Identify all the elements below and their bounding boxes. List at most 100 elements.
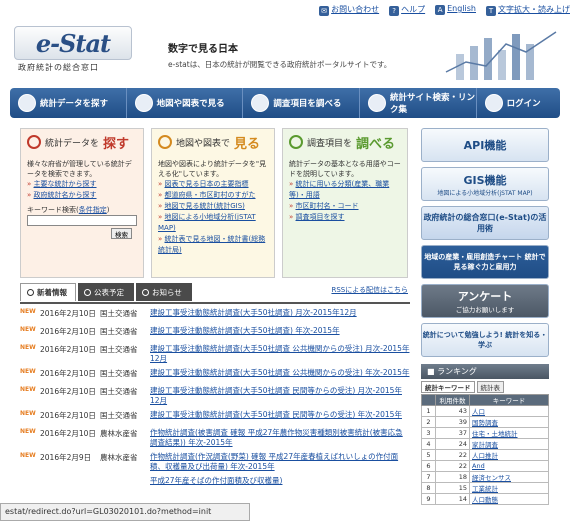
tab-new[interactable]: 新着情報 [20,283,76,301]
nav-survey-items[interactable]: 調査項目を調べる [243,88,360,118]
box-find-data: 統計データを探す 様々な府省が管理している統計データを検索できます。 主要な統計… [20,128,144,278]
table-row: 3 37 住宅・土地統計 [421,427,549,439]
box-body: 統計データの基本となる用語やコードを説明しています。 統計に用いる分類(産業、職… [283,155,407,227]
link-municipality-codes[interactable]: 市区町村名・コード [296,202,359,210]
portal-tips-banner[interactable]: 政府統計の総合窓口(e-Stat)の活用術 [421,206,549,240]
list-item: NEW 2016年2月10日 国土交通省 建設工事受注動態統計調査(大手50社調査 民… [20,382,410,406]
estat-logo[interactable]: e-Stat 政府統計の総合窓口 [14,26,139,76]
list-item: NEW 2016年2月10日 国土交通省 建設工事受注動態統計調査(大手50社調査) … [20,322,410,340]
link-find-items[interactable]: 調査項目を探す [296,213,345,221]
link-classifications[interactable]: 統計に用いる分類(産業、職業等)・用語 [289,180,389,199]
news-title-link[interactable]: 建設工事受注動態統計調査(大手50社調査 民間等からの受注) 月次-2015年1… [150,386,410,406]
nav-maps-charts[interactable]: 地図や図表で見る [127,88,244,118]
list-item: NEW 2016年2月10日 農林水産省 作物統計調査(被害調査 確報 平成27年農作… [20,424,410,448]
link-jstat-map[interactable]: 地図による小地域分析(jSTAT MAP) [158,213,256,232]
box-body: 地図や図表により統計データを"見える化"しています。 図表で見る日本の主要指標 … [152,155,274,260]
table-row: 7 18 経済センサス [421,471,549,483]
ranking-header: ■ ランキング [421,364,549,379]
nav-login[interactable]: ログイン [477,88,560,118]
learn-label: 統計について勉強しよう! 統計を知る・学ぶ [422,331,548,349]
news-date: 2016年2月9日 [40,453,92,462]
new-badge: NEW [20,344,36,351]
news-title-link[interactable]: 建設工事受注動態統計調査(大手50社調査) 月次-2015年12月 [150,308,410,318]
utility-links: ✉ お問い合わせ ? ヘルプ A English T 文字拡大・読み上げ [319,4,570,16]
keyword-input[interactable] [27,215,137,226]
nav-label: 統計サイト検索・リンク集 [389,93,475,115]
api-banner[interactable]: API機能 [421,128,549,162]
nav-links[interactable]: 統計サイト検索・リンク集 [360,88,477,118]
keyword-link[interactable]: 住宅・土地統計 [472,430,518,438]
news-title-link[interactable]: 建設工事受注動態統計調査(大手50社調査) 年次-2015年 [150,326,410,336]
help-link[interactable]: ? ヘルプ [389,4,425,16]
col-keyword: キーワード [469,394,549,406]
rank: 4 [421,438,436,450]
news-title-link[interactable]: 平成27年産そばの作付面積及び収穫量) [150,476,410,486]
tab-stat-keyword[interactable]: 統計キーワード [421,381,475,393]
tab-label: 公表予定 [94,287,124,297]
ranking-icon: ■ [427,367,438,376]
network-icon [367,94,386,112]
tab-stat-table[interactable]: 統計表 [476,381,504,393]
keyword-link[interactable]: 経済センサス [472,474,511,482]
learn-banner[interactable]: 統計について勉強しよう! 統計を知る・学ぶ [421,323,549,357]
rss-label: RSSによる配信はこちら [331,286,408,294]
table-row: 8 15 工業統計 [421,482,549,494]
advanced-search-link[interactable]: 条件指定 [79,206,107,214]
count: 37 [435,427,470,439]
tab-schedule[interactable]: 公表予定 [78,283,134,301]
keyword-link[interactable]: 工業統計 [472,485,498,493]
keyword-link[interactable]: 人口推計 [472,452,498,460]
textsize-link[interactable]: T 文字拡大・読み上げ [486,4,570,16]
link-gis[interactable]: 地図で見る統計(統計GIS) [165,202,245,210]
tagline-title: 数字で見る日本 [168,44,238,55]
chart-banner-label: 地域の産業・雇用創造チャート 統計で見る稼ぐ力と雇用力 [424,253,546,271]
link-indicators[interactable]: 図表で見る日本の主要指標 [165,180,249,188]
link-stat-names[interactable]: 政府統計名から探す [34,191,97,199]
link-prefectures[interactable]: 都道府県・市区町村のすがた [165,191,256,199]
nav-label: ログイン [506,99,541,109]
news-title-link[interactable]: 作物統計調査(被害調査 確報 平成27年農作物災害種類別被害統計(被害応急調査結… [150,428,410,448]
keyword-label-close: ) [106,206,110,214]
count: 24 [435,438,470,450]
browser-status-bar: estat/redirect.do?url=GL03020101.do?meth… [0,503,250,521]
rank: 1 [421,405,436,417]
box-header: 地図や図表で 見る [152,129,274,155]
table-row: 1 43 人口 [421,405,549,417]
box-title-prefix: 地図や図表で [176,138,231,149]
count: 18 [435,471,470,483]
tab-notice[interactable]: お知らせ [136,283,192,301]
news-date: 2016年2月10日 [40,345,96,354]
keyword-link[interactable]: 国勢調査 [472,419,498,427]
news-title-link[interactable]: 建設工事受注動態統計調査(大手50社調査 民間等からの受注) 年次-2015年 [150,410,410,420]
link-main-stats[interactable]: 主要な統計から探す [34,180,97,188]
box-desc: 地図や図表により統計データを"見える化"しています。 [158,160,267,178]
document-icon [251,94,270,112]
ranking-table: 利用件数 キーワード 1 43 人口 2 39 国勢調査 3 37 住宅・土地統計 4 24 家計… [421,394,549,505]
nav-find-data[interactable]: 統計データを探す [10,88,127,118]
keyword-link[interactable]: And [472,462,485,470]
industry-chart-banner[interactable]: 地域の産業・雇用創造チャート 統計で見る稼ぐ力と雇用力 [421,245,549,279]
news-title-link[interactable]: 建設工事受注動態統計調査(大手50社調査 公共機関からの受注) 月次-2015年… [150,344,410,364]
news-title-link[interactable]: 作物統計調査(作況調査(野菜) 確報 平成27年産春植えばれいしょの作付面積、収… [150,452,410,472]
table-row: 5 22 人口推計 [421,449,549,461]
survey-banner[interactable]: アンケート ご協力お願いします [421,284,549,318]
tab-bullet-icon [84,288,91,296]
search-button[interactable]: 検索 [111,228,132,239]
keyword-label: キーワード検索( [27,206,79,214]
keyword-link[interactable]: 家計調査 [472,441,498,449]
news-title-link[interactable]: 建設工事受注動態統計調査(大手50社調査 公共機関からの受注) 年次-2015年 [150,368,410,378]
rss-link[interactable]: RSSによる配信はこちら [331,285,408,295]
link-stat-books[interactable]: 統計表で見る地図・統計書(総務統計局) [158,235,265,254]
news-date: 2016年2月10日 [40,387,96,396]
rank: 3 [421,427,436,439]
gis-banner[interactable]: GIS機能 地図による小地域分析(jSTAT MAP) [421,167,549,201]
count: 15 [435,482,470,494]
english-link[interactable]: A English [435,4,476,16]
nav-label: 調査項目を調べる [273,99,342,109]
new-badge: NEW [20,452,36,459]
news-agency: 国土交通省 [100,369,138,378]
tab-label: お知らせ [152,287,182,297]
keyword-link[interactable]: 人口 [472,408,485,416]
contact-link[interactable]: ✉ お問い合わせ [319,4,379,16]
keyword-link[interactable]: 人口動態 [472,496,498,504]
